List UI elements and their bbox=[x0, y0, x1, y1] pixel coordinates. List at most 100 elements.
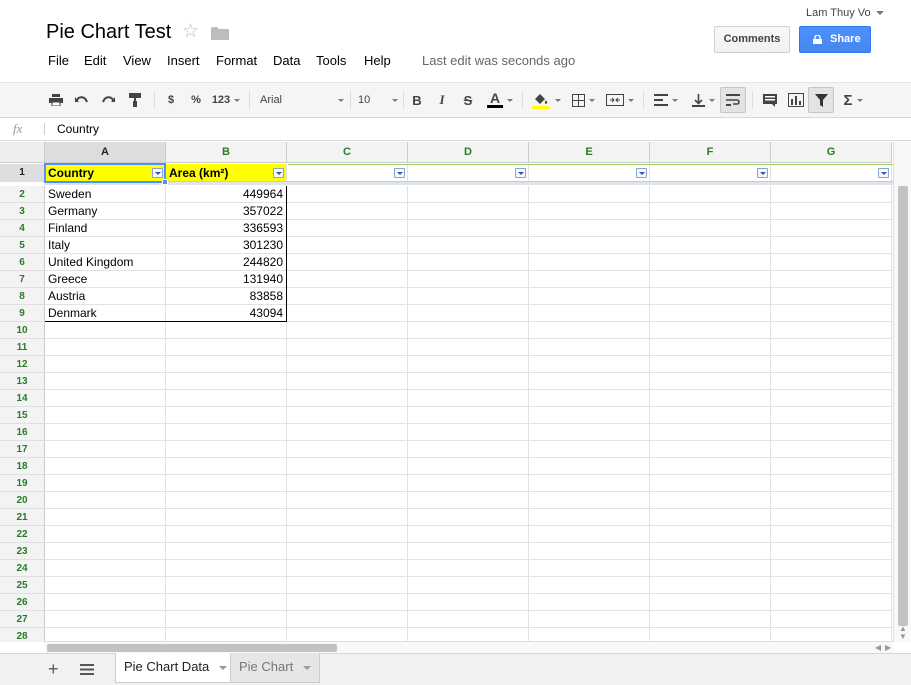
cell-a20[interactable] bbox=[45, 492, 166, 509]
cell-f15[interactable] bbox=[650, 407, 771, 424]
cell-c4[interactable] bbox=[287, 220, 408, 237]
cell-c15[interactable] bbox=[287, 407, 408, 424]
cell-c20[interactable] bbox=[287, 492, 408, 509]
borders-button[interactable] bbox=[567, 83, 599, 117]
cell-g13[interactable] bbox=[771, 373, 892, 390]
strikethrough-button[interactable]: S bbox=[460, 83, 476, 117]
cell-a4[interactable]: Finland bbox=[45, 220, 166, 237]
header-cell-e[interactable] bbox=[529, 164, 650, 182]
cell-d13[interactable] bbox=[408, 373, 529, 390]
cell-f14[interactable] bbox=[650, 390, 771, 407]
paint-format-button[interactable] bbox=[125, 83, 145, 117]
cell-a3[interactable]: Germany bbox=[45, 203, 166, 220]
cell-c7[interactable] bbox=[287, 271, 408, 288]
cell-b26[interactable] bbox=[166, 594, 287, 611]
cell-b4[interactable]: 336593 bbox=[166, 220, 287, 237]
cell-d18[interactable] bbox=[408, 458, 529, 475]
chevron-down-icon[interactable] bbox=[876, 11, 884, 15]
cell-f19[interactable] bbox=[650, 475, 771, 492]
italic-button[interactable]: I bbox=[434, 83, 450, 117]
row-header-15[interactable]: 15 bbox=[0, 407, 45, 424]
font-size-select[interactable]: 10 bbox=[354, 83, 398, 117]
cell-d17[interactable] bbox=[408, 441, 529, 458]
filter-dropdown-icon[interactable] bbox=[515, 168, 526, 178]
filter-dropdown-icon[interactable] bbox=[636, 168, 647, 178]
filter-button[interactable] bbox=[808, 87, 834, 113]
cell-g25[interactable] bbox=[771, 577, 892, 594]
comments-button[interactable]: Comments bbox=[714, 26, 790, 53]
cell-b14[interactable] bbox=[166, 390, 287, 407]
cell-a24[interactable] bbox=[45, 560, 166, 577]
cell-f11[interactable] bbox=[650, 339, 771, 356]
cell-f16[interactable] bbox=[650, 424, 771, 441]
row-header-7[interactable]: 7 bbox=[0, 271, 45, 288]
cell-e5[interactable] bbox=[529, 237, 650, 254]
sheet-tab-pie-chart[interactable]: Pie Chart bbox=[230, 653, 321, 683]
cell-a12[interactable] bbox=[45, 356, 166, 373]
row-header-23[interactable]: 23 bbox=[0, 543, 45, 560]
cell-d25[interactable] bbox=[408, 577, 529, 594]
vertical-align-button[interactable] bbox=[687, 83, 719, 117]
cell-d3[interactable] bbox=[408, 203, 529, 220]
cell-d8[interactable] bbox=[408, 288, 529, 305]
chevron-down-icon[interactable] bbox=[219, 665, 228, 670]
cell-a15[interactable] bbox=[45, 407, 166, 424]
cell-a21[interactable] bbox=[45, 509, 166, 526]
cell-a25[interactable] bbox=[45, 577, 166, 594]
cell-g10[interactable] bbox=[771, 322, 892, 339]
cell-g4[interactable] bbox=[771, 220, 892, 237]
cell-e6[interactable] bbox=[529, 254, 650, 271]
column-header-d[interactable]: D bbox=[408, 142, 529, 163]
cell-c28[interactable] bbox=[287, 628, 408, 642]
menu-edit[interactable]: Edit bbox=[84, 51, 106, 70]
row-header-10[interactable]: 10 bbox=[0, 322, 45, 339]
cell-c19[interactable] bbox=[287, 475, 408, 492]
cell-d11[interactable] bbox=[408, 339, 529, 356]
cell-e22[interactable] bbox=[529, 526, 650, 543]
cell-b22[interactable] bbox=[166, 526, 287, 543]
scroll-right-arrow[interactable]: ▶ bbox=[885, 643, 891, 652]
row-header-17[interactable]: 17 bbox=[0, 441, 45, 458]
cell-c26[interactable] bbox=[287, 594, 408, 611]
cell-d24[interactable] bbox=[408, 560, 529, 577]
menu-format[interactable]: Format bbox=[216, 51, 257, 70]
cell-d12[interactable] bbox=[408, 356, 529, 373]
cell-f18[interactable] bbox=[650, 458, 771, 475]
column-header-e[interactable]: E bbox=[529, 142, 650, 163]
cell-f12[interactable] bbox=[650, 356, 771, 373]
cell-c27[interactable] bbox=[287, 611, 408, 628]
row-header-11[interactable]: 11 bbox=[0, 339, 45, 356]
cell-d27[interactable] bbox=[408, 611, 529, 628]
redo-button[interactable] bbox=[98, 83, 118, 117]
cell-d23[interactable] bbox=[408, 543, 529, 560]
more-formats-dropdown[interactable]: 123 bbox=[209, 83, 243, 117]
column-header-a[interactable]: A bbox=[45, 142, 166, 163]
menu-help[interactable]: Help bbox=[364, 51, 391, 70]
folder-icon[interactable] bbox=[211, 26, 229, 40]
cell-f25[interactable] bbox=[650, 577, 771, 594]
cell-d16[interactable] bbox=[408, 424, 529, 441]
wrap-text-button[interactable] bbox=[720, 87, 746, 113]
cell-g27[interactable] bbox=[771, 611, 892, 628]
font-family-select[interactable]: Arial bbox=[256, 83, 344, 117]
cell-d7[interactable] bbox=[408, 271, 529, 288]
cell-d9[interactable] bbox=[408, 305, 529, 322]
row-header-6[interactable]: 6 bbox=[0, 254, 45, 271]
vertical-scrollbar[interactable]: ▲ ▼ bbox=[893, 142, 911, 642]
cell-e8[interactable] bbox=[529, 288, 650, 305]
header-cell-b[interactable]: Area (km²) bbox=[166, 164, 287, 182]
cell-g23[interactable] bbox=[771, 543, 892, 560]
cell-g22[interactable] bbox=[771, 526, 892, 543]
cell-g26[interactable] bbox=[771, 594, 892, 611]
column-header-c[interactable]: C bbox=[287, 142, 408, 163]
cell-c11[interactable] bbox=[287, 339, 408, 356]
vertical-scroll-thumb[interactable] bbox=[898, 186, 908, 626]
cell-e20[interactable] bbox=[529, 492, 650, 509]
cell-g7[interactable] bbox=[771, 271, 892, 288]
cell-a10[interactable] bbox=[45, 322, 166, 339]
cell-e12[interactable] bbox=[529, 356, 650, 373]
header-cell-a[interactable]: Country bbox=[45, 164, 166, 182]
cell-b5[interactable]: 301230 bbox=[166, 237, 287, 254]
row-header-19[interactable]: 19 bbox=[0, 475, 45, 492]
document-title[interactable]: Pie Chart Test bbox=[46, 21, 171, 44]
